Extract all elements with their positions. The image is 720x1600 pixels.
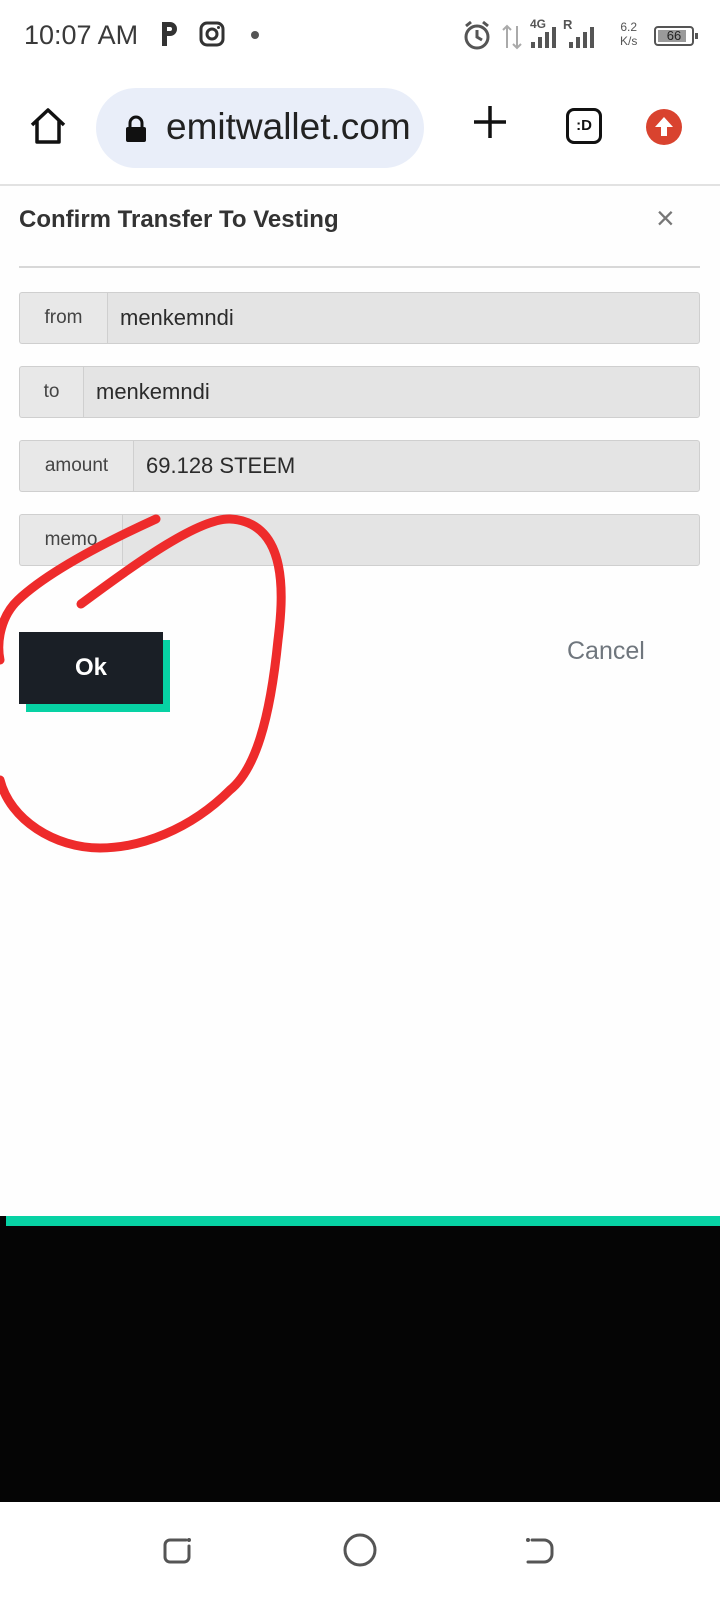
to-value: menkemndi: [83, 366, 700, 418]
amount-label: amount: [19, 440, 133, 492]
memo-value: [122, 514, 700, 566]
lock-icon: [126, 115, 146, 142]
dialog-title: Confirm Transfer To Vesting: [19, 206, 339, 233]
home-nav-icon[interactable]: [342, 1532, 378, 1568]
to-label: to: [19, 366, 83, 418]
parking-app-icon: [162, 22, 177, 46]
data-transfer-icon: [502, 24, 522, 50]
status-time: 10:07 AM: [24, 20, 139, 50]
browser-toolbar: emitwallet.com :D: [0, 72, 720, 186]
battery-level: 66: [666, 28, 682, 43]
net-speed-unit: K/s: [620, 34, 638, 48]
network-type: 4G: [530, 17, 547, 31]
accent-bar: [6, 1216, 720, 1226]
from-field: from menkemndi: [19, 292, 700, 344]
from-value: menkemndi: [107, 292, 700, 344]
ok-button[interactable]: Ok: [19, 632, 163, 704]
tab-switcher-button[interactable]: :D: [566, 108, 602, 144]
close-icon[interactable]: ×: [656, 200, 675, 237]
status-bar: 10:07 AM 4G R 6.2 K/s 66: [0, 0, 720, 72]
divider: [19, 266, 700, 268]
to-field: to menkemndi: [19, 366, 700, 418]
address-bar[interactable]: emitwallet.com: [96, 88, 424, 168]
new-tab-icon[interactable]: [470, 102, 510, 142]
update-icon[interactable]: [646, 109, 682, 145]
recents-icon[interactable]: [160, 1532, 196, 1568]
url-text: emitwallet.com: [166, 106, 411, 147]
cancel-button[interactable]: Cancel: [567, 637, 645, 666]
battery-icon: 66: [654, 26, 698, 46]
instagram-icon: [199, 21, 225, 47]
memo-label: memo: [19, 514, 122, 566]
alarm-icon: [464, 20, 490, 50]
amount-field: amount 69.128 STEEM: [19, 440, 700, 492]
system-nav-bar: [0, 1502, 720, 1600]
roaming-indicator: R: [563, 17, 573, 32]
notification-dot-icon: [251, 31, 259, 39]
amount-value: 69.128 STEEM: [133, 440, 700, 492]
background-page: [0, 1216, 720, 1502]
net-speed: 6.2 K/s: [620, 20, 637, 48]
home-icon[interactable]: [28, 106, 68, 146]
back-icon[interactable]: [522, 1532, 558, 1568]
from-label: from: [19, 292, 107, 344]
net-speed-value: 6.2: [620, 20, 638, 34]
memo-field: memo: [19, 514, 700, 566]
confirm-transfer-dialog: Confirm Transfer To Vesting × from menke…: [0, 186, 720, 1216]
